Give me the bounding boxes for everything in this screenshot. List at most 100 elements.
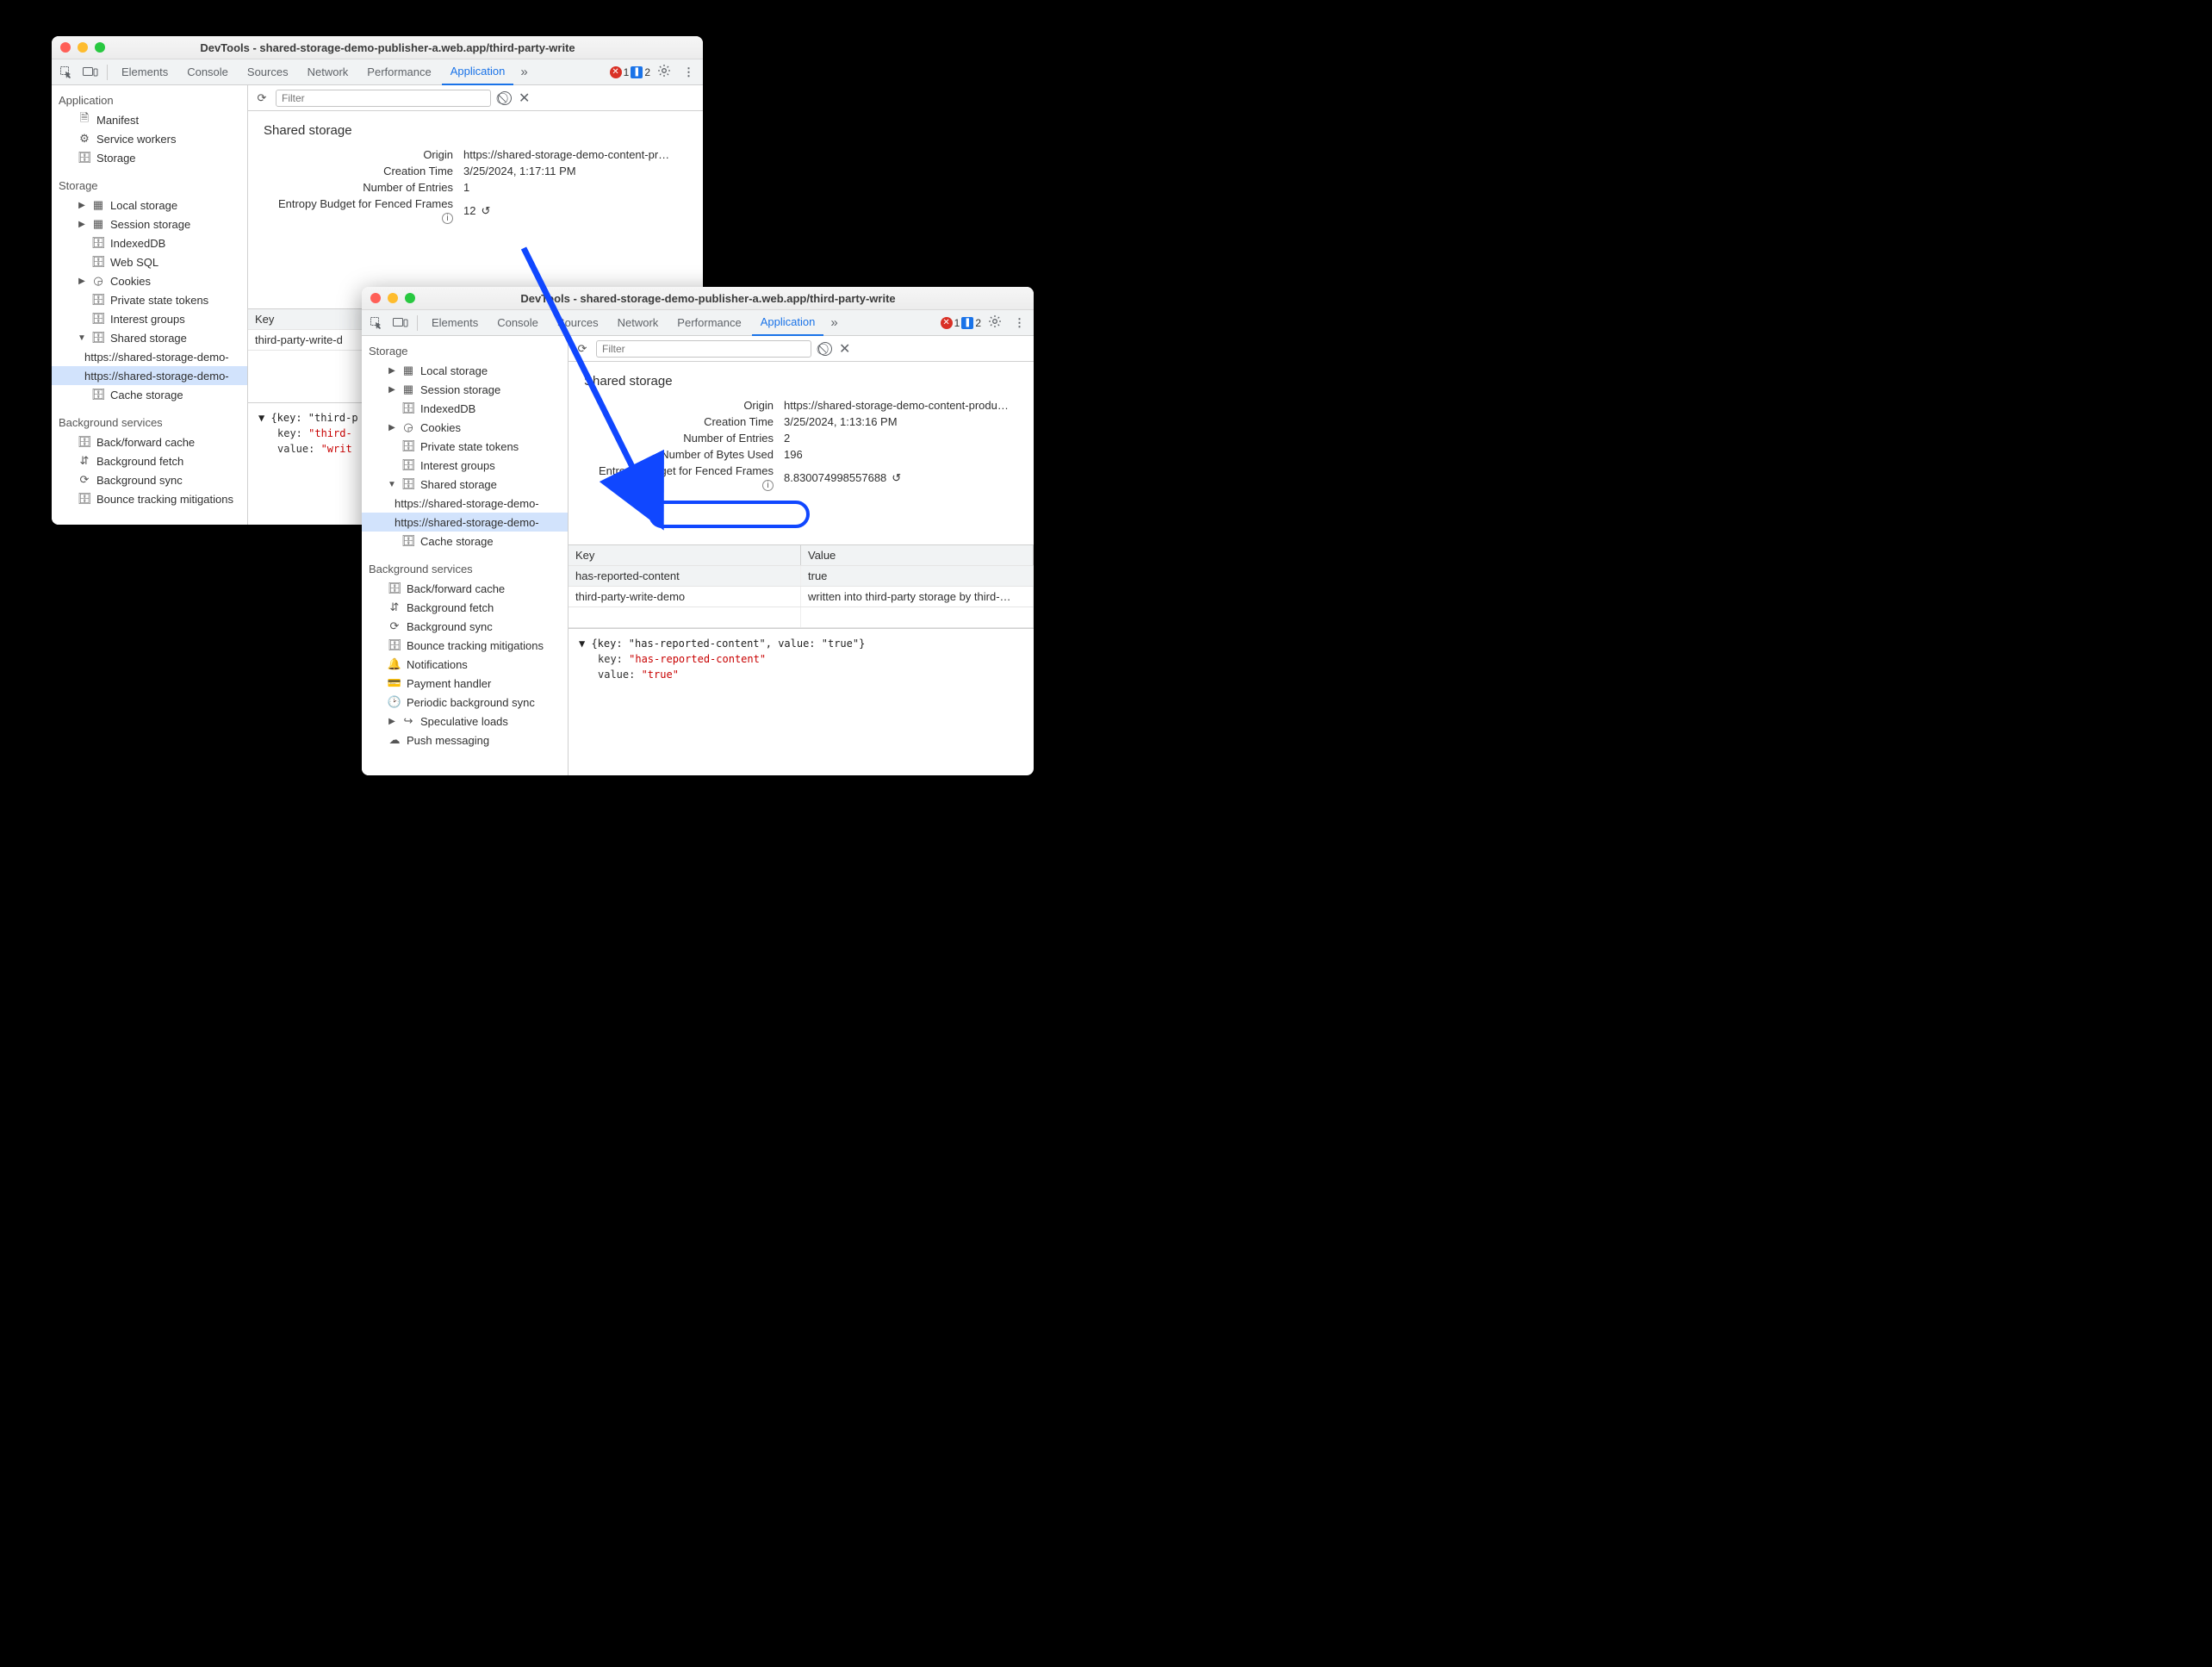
sidebar-item-session-storage[interactable]: ▶▦Session storage: [362, 380, 568, 399]
revert-icon[interactable]: ↺: [892, 471, 901, 485]
zoom-icon[interactable]: [405, 293, 415, 303]
sidebar-item-indexeddb[interactable]: 🗄IndexedDB: [362, 399, 568, 418]
error-badge[interactable]: ✕1: [610, 66, 630, 78]
expand-icon[interactable]: ▶: [78, 277, 86, 286]
expand-icon[interactable]: ▶: [388, 385, 396, 395]
sidebar-item-bg-sync[interactable]: ⟳Background sync: [362, 617, 568, 636]
minimize-icon[interactable]: [388, 293, 398, 303]
sidebar-item-shared-origin-1[interactable]: https://shared-storage-demo-: [362, 494, 568, 513]
label-bytes: Number of Bytes Used: [584, 448, 774, 461]
info-badge[interactable]: ❚2: [631, 66, 650, 78]
info-icon[interactable]: i: [762, 480, 774, 491]
settings-icon[interactable]: [652, 64, 676, 80]
sidebar-item-cookies[interactable]: ▶◶Cookies: [362, 418, 568, 437]
sidebar-item-bg-fetch[interactable]: ⇵Background fetch: [362, 598, 568, 617]
block-icon[interactable]: ⃠: [498, 91, 512, 105]
sidebar-item-periodic-sync[interactable]: 🕑Periodic background sync: [362, 693, 568, 712]
sidebar-item-push[interactable]: ☁Push messaging: [362, 731, 568, 750]
table-row[interactable]: third-party-write-demo: [569, 587, 801, 606]
refresh-icon[interactable]: ⟳: [255, 91, 269, 105]
sidebar-item-private-state-tokens[interactable]: 🗄Private state tokens: [362, 437, 568, 456]
sidebar-item-manifest[interactable]: 🗎Manifest: [52, 110, 247, 129]
sidebar-item-cache-storage[interactable]: 🗄Cache storage: [362, 532, 568, 550]
expand-icon[interactable]: ▶: [388, 717, 396, 726]
table-row[interactable]: has-reported-content: [569, 566, 801, 586]
sidebar-item-bounce[interactable]: 🗄Bounce tracking mitigations: [52, 489, 247, 508]
sidebar-item-interest-groups[interactable]: 🗄Interest groups: [52, 309, 247, 328]
col-key[interactable]: Key: [569, 545, 801, 565]
sidebar-item-session-storage[interactable]: ▶▦Session storage: [52, 215, 247, 233]
tab-network[interactable]: Network: [299, 59, 357, 85]
device-icon[interactable]: [79, 61, 102, 84]
sidebar-item-shared-storage[interactable]: ▼🗄Shared storage: [52, 328, 247, 347]
info-icon[interactable]: i: [442, 213, 453, 224]
filter-input[interactable]: [596, 340, 811, 358]
inspect-icon[interactable]: [55, 61, 78, 84]
expand-icon[interactable]: ▶: [388, 423, 396, 432]
storage-table: Key Value has-reported-content true thir…: [569, 544, 1034, 628]
sidebar-item-interest-groups[interactable]: 🗄Interest groups: [362, 456, 568, 475]
sidebar-item-notifications[interactable]: 🔔Notifications: [362, 655, 568, 674]
table-row[interactable]: true: [801, 566, 1034, 586]
close-icon[interactable]: [60, 42, 71, 53]
tab-performance[interactable]: Performance: [358, 59, 439, 85]
device-icon[interactable]: [389, 312, 412, 334]
expand-icon[interactable]: ▶: [78, 220, 86, 229]
sidebar-item-shared-origin-2[interactable]: https://shared-storage-demo-: [52, 366, 247, 385]
database-icon: 🗄: [401, 477, 415, 491]
settings-icon[interactable]: [983, 314, 1007, 331]
expand-icon[interactable]: ▶: [388, 366, 396, 376]
minimize-icon[interactable]: [78, 42, 88, 53]
more-tabs-icon[interactable]: »: [825, 315, 842, 330]
col-value[interactable]: Value: [801, 545, 1034, 565]
tab-console[interactable]: Console: [488, 310, 547, 336]
revert-icon[interactable]: ↺: [481, 204, 490, 218]
sidebar-item-bg-sync[interactable]: ⟳Background sync: [52, 470, 247, 489]
tab-sources[interactable]: Sources: [239, 59, 297, 85]
sidebar-item-cookies[interactable]: ▶◶Cookies: [52, 271, 247, 290]
collapse-icon[interactable]: ▼: [78, 333, 86, 343]
sidebar-item-speculative[interactable]: ▶↪Speculative loads: [362, 712, 568, 731]
sidebar-item-private-state-tokens[interactable]: 🗄Private state tokens: [52, 290, 247, 309]
tab-performance[interactable]: Performance: [668, 310, 749, 336]
sidebar-item-storage[interactable]: 🗄Storage: [52, 148, 247, 167]
sidebar-item-websql[interactable]: 🗄Web SQL: [52, 252, 247, 271]
refresh-icon[interactable]: ⟳: [575, 342, 589, 356]
tab-sources[interactable]: Sources: [549, 310, 607, 336]
tab-network[interactable]: Network: [609, 310, 668, 336]
tab-application[interactable]: Application: [752, 310, 824, 336]
collapse-icon[interactable]: ▼: [388, 480, 396, 489]
sidebar-item-indexeddb[interactable]: 🗄IndexedDB: [52, 233, 247, 252]
sidebar-item-service-workers[interactable]: ⚙Service workers: [52, 129, 247, 148]
sidebar-item-bfcache[interactable]: 🗄Back/forward cache: [52, 432, 247, 451]
kebab-menu-icon[interactable]: ⋮: [1009, 316, 1030, 330]
inspect-icon[interactable]: [365, 312, 388, 334]
sidebar-item-bounce[interactable]: 🗄Bounce tracking mitigations: [362, 636, 568, 655]
block-icon[interactable]: ⃠: [818, 342, 832, 356]
sidebar-item-local-storage[interactable]: ▶▦Local storage: [362, 361, 568, 380]
sidebar-item-shared-origin-2[interactable]: https://shared-storage-demo-: [362, 513, 568, 532]
expand-icon[interactable]: ▶: [78, 201, 86, 210]
tab-application[interactable]: Application: [442, 59, 514, 85]
sidebar-item-shared-origin-1[interactable]: https://shared-storage-demo-: [52, 347, 247, 366]
more-tabs-icon[interactable]: »: [515, 65, 532, 79]
database-icon: 🗄: [401, 439, 415, 453]
info-badge[interactable]: ❚2: [961, 317, 981, 329]
sidebar-item-local-storage[interactable]: ▶▦Local storage: [52, 196, 247, 215]
table-row[interactable]: written into third-party storage by thir…: [801, 587, 1034, 606]
close-icon[interactable]: ✕: [519, 90, 530, 107]
filter-input[interactable]: [276, 90, 491, 107]
sidebar-item-bfcache[interactable]: 🗄Back/forward cache: [362, 579, 568, 598]
close-icon[interactable]: ✕: [839, 340, 850, 358]
sidebar-item-bg-fetch[interactable]: ⇵Background fetch: [52, 451, 247, 470]
zoom-icon[interactable]: [95, 42, 105, 53]
tab-elements[interactable]: Elements: [113, 59, 177, 85]
kebab-menu-icon[interactable]: ⋮: [678, 65, 699, 79]
sidebar-item-shared-storage[interactable]: ▼🗄Shared storage: [362, 475, 568, 494]
close-icon[interactable]: [370, 293, 381, 303]
tab-console[interactable]: Console: [178, 59, 237, 85]
sidebar-item-cache-storage[interactable]: 🗄Cache storage: [52, 385, 247, 404]
error-badge[interactable]: ✕1: [941, 317, 960, 329]
tab-elements[interactable]: Elements: [423, 310, 487, 336]
sidebar-item-payment[interactable]: 💳Payment handler: [362, 674, 568, 693]
